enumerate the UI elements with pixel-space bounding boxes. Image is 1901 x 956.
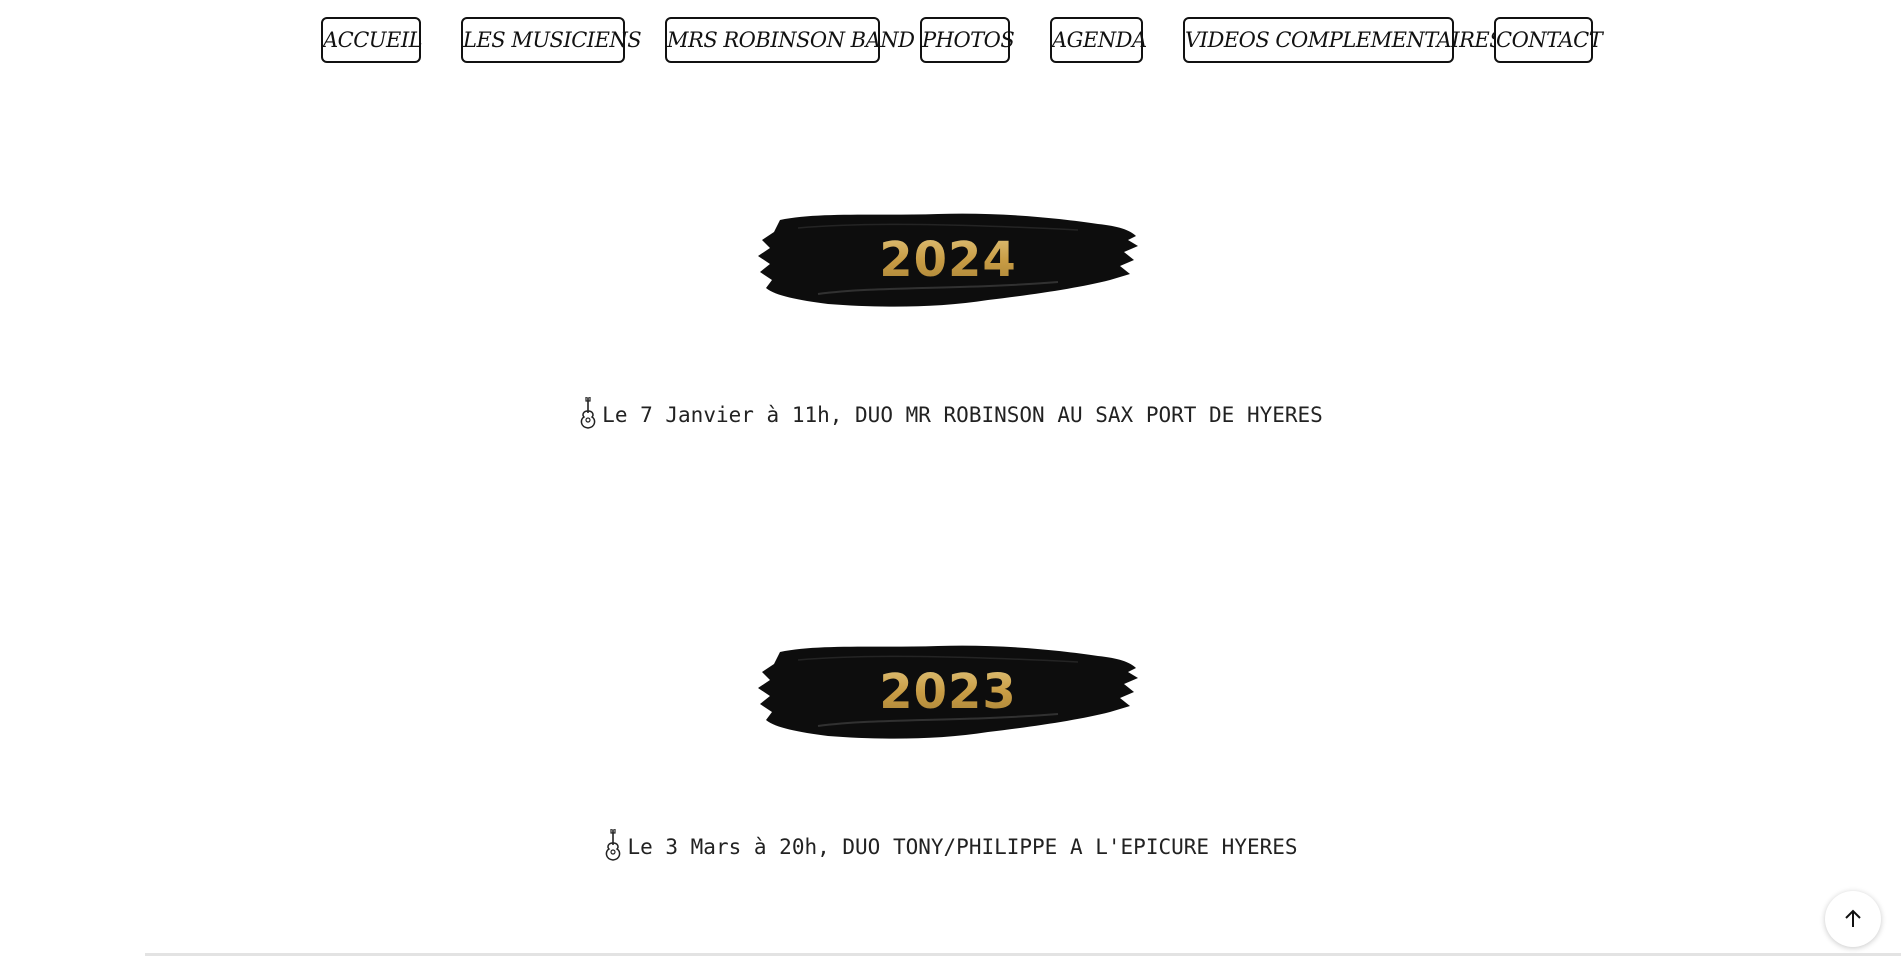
nav-item-contact[interactable]: CONTACT	[1494, 17, 1603, 63]
year-banner-2023: 2023	[758, 640, 1138, 744]
event-item: Le 3 Mars à 20h, DUO TONY/PHILIPPE A L'E…	[0, 826, 1901, 866]
arrow-up-icon	[1845, 909, 1861, 927]
year-label-2024: 2024	[758, 208, 1138, 312]
year-banner-2024: 2024	[758, 208, 1138, 312]
event-text: Le 3 Mars à 20h, DUO TONY/PHILIPPE A L'E…	[627, 835, 1298, 859]
nav-item-agenda[interactable]: AGENDA	[1050, 17, 1147, 63]
nav-item-accueil[interactable]: ACCUEIL	[321, 17, 423, 63]
year-label-2023: 2023	[758, 640, 1138, 744]
event-item: Le 7 Janvier à 11h, DUO MR ROBINSON AU S…	[0, 394, 1901, 434]
nav-item-mrs-robinson-band[interactable]: MRS ROBINSON BAND	[665, 17, 915, 63]
event-text: Le 7 Janvier à 11h, DUO MR ROBINSON AU S…	[602, 403, 1323, 427]
nav-item-photos[interactable]: PHOTOS	[920, 17, 1015, 63]
nav-item-les-musiciens[interactable]: LES MUSICIENS	[461, 17, 642, 63]
scroll-to-top-button[interactable]	[1825, 891, 1881, 947]
guitar-icon	[603, 828, 623, 861]
guitar-icon	[578, 396, 598, 429]
nav-item-videos-complementaires[interactable]: VIDEOS COMPLEMENTAIRES	[1183, 17, 1504, 63]
main-navigation: ACCUEIL LES MUSICIENS MRS ROBINSON BAND …	[0, 17, 1901, 65]
